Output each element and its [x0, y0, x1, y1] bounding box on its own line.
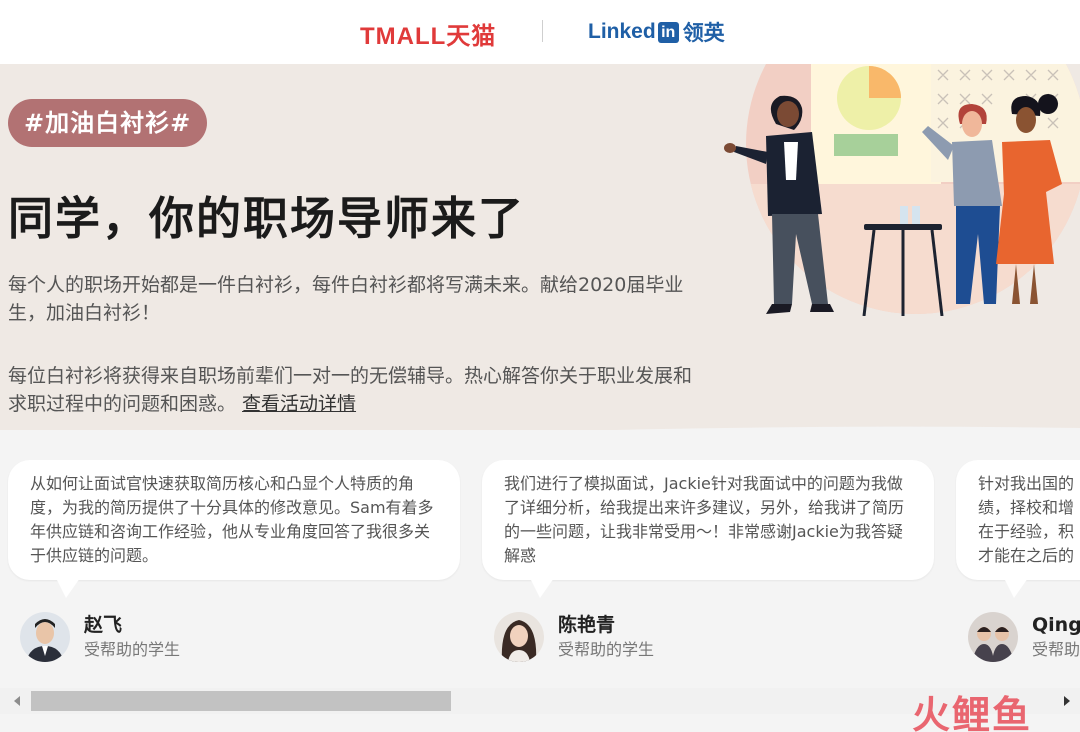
- watermark: 火鲤鱼: [912, 693, 1033, 732]
- scroll-left-arrow-icon[interactable]: [14, 696, 20, 706]
- mentors-illustration: [724, 64, 1080, 316]
- author-role: 受帮助的: [1032, 640, 1080, 659]
- testimonials-carousel[interactable]: 从如何让面试官快速获取简历核心和凸显个人特质的角度，为我的简历提供了十分具体的修…: [0, 460, 1080, 680]
- avatar: [20, 612, 70, 662]
- testimonial-card: 从如何让面试官快速获取简历核心和凸显个人特质的角度，为我的简历提供了十分具体的修…: [8, 460, 460, 662]
- author-role: 受帮助的学生: [558, 640, 655, 659]
- testimonial-card: 针对我出国的 绩，择校和增 在于经验，积 才能在之后的 Qingy 受帮助的: [956, 460, 1080, 662]
- linkedin-in-icon: in: [657, 21, 679, 43]
- linkedin-logo-text: Linked: [588, 20, 656, 43]
- brand-divider: [542, 20, 543, 42]
- avatar: [494, 612, 544, 662]
- author-name: 赵飞: [84, 614, 123, 636]
- author-name: 陈艳青: [558, 614, 616, 636]
- scrollbar-thumb[interactable]: [31, 691, 451, 711]
- page-headline: 同学，你的职场导师来了: [8, 192, 526, 245]
- tmall-logo[interactable]: TMALL天猫: [360, 16, 496, 51]
- scroll-right-arrow-icon[interactable]: [1064, 696, 1070, 706]
- testimonial-quote: 从如何让面试官快速获取简历核心和凸显个人特质的角度，为我的简历提供了十分具体的修…: [8, 460, 460, 598]
- intro-paragraph: 每个人的职场开始都是一件白衬衫，每件白衬衫都将写满未来。献给2020届毕业生，加…: [8, 274, 684, 324]
- testimonial-author: 陈艳青 受帮助的学生: [494, 612, 654, 662]
- testimonial-author: 赵飞 受帮助的学生: [20, 612, 180, 662]
- linkedin-logo[interactable]: Linked in 领英: [588, 17, 725, 47]
- avatar: [968, 612, 1018, 662]
- testimonial-quote: 针对我出国的 绩，择校和增 在于经验，积 才能在之后的: [956, 460, 1080, 598]
- brand-bar: TMALL天猫 Linked in 领英: [0, 0, 1080, 64]
- testimonial-card: 我们进行了模拟面试，Jackie针对我面试中的问题为我做了详细分析，给我提出来许…: [482, 460, 934, 662]
- testimonial-author: Qingy 受帮助的: [968, 612, 1080, 662]
- author-name: Qingy: [1032, 614, 1080, 636]
- linkedin-logo-cn: 领英: [682, 22, 725, 45]
- author-role: 受帮助的学生: [84, 640, 181, 659]
- testimonial-quote: 我们进行了模拟面试，Jackie针对我面试中的问题为我做了详细分析，给我提出来许…: [482, 460, 934, 598]
- hashtag-badge: #加油白衬衫#: [8, 99, 208, 147]
